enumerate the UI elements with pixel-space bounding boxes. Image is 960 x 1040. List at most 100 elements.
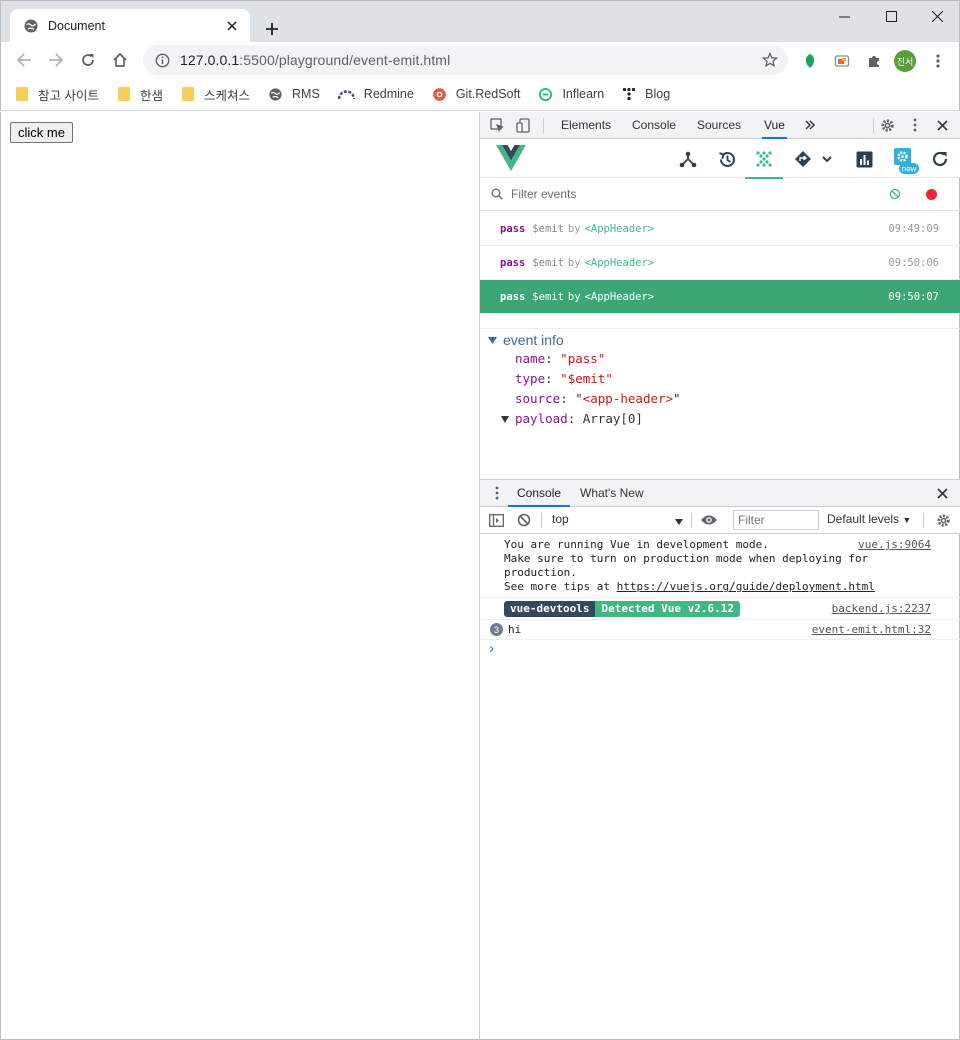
live-expression-eye-icon[interactable] (700, 512, 718, 528)
home-button[interactable] (106, 46, 134, 74)
tab-sources[interactable]: Sources (697, 112, 741, 139)
sidebar-toggle-icon[interactable] (488, 512, 504, 528)
prop-name: name: "pass" (515, 351, 606, 366)
vue-logo-icon (496, 144, 526, 172)
reload-button[interactable] (74, 46, 102, 74)
bookmark-label: 스케쳐스 (204, 88, 251, 103)
close-tab-icon[interactable] (224, 18, 240, 34)
separator (541, 513, 542, 528)
blog-icon (622, 87, 636, 101)
browser-tab[interactable]: Document (10, 9, 250, 43)
event-info-toggle[interactable]: event info (488, 332, 564, 348)
vuex-history-icon[interactable] (716, 148, 738, 170)
bookmark-item[interactable]: RMS (268, 87, 320, 102)
bookmark-item[interactable]: Inflearn (538, 87, 604, 102)
inspect-element-icon[interactable] (489, 117, 505, 133)
tab-vue[interactable]: Vue (762, 112, 787, 139)
forward-button[interactable] (42, 46, 70, 74)
performance-chart-icon[interactable] (853, 148, 875, 170)
drawer-menu-icon[interactable] (489, 485, 505, 501)
extensions-puzzle-icon[interactable] (862, 49, 886, 73)
clear-console-icon[interactable] (516, 512, 532, 528)
new-tab-button[interactable] (259, 16, 285, 42)
url-path: :5500/playground/event-emit.html (239, 52, 451, 68)
event-row-selected[interactable]: pass $emit by <AppHeader> 09:50:07 (480, 280, 960, 314)
separator (873, 118, 874, 133)
bookmark-item[interactable]: Redmine (337, 87, 414, 101)
bookmark-item[interactable]: 참고 사이트 (15, 85, 99, 104)
log-line: Make sure to turn on production mode whe… (504, 552, 869, 565)
device-toolbar-icon[interactable] (515, 117, 531, 133)
bookmark-label: Blog (645, 87, 671, 101)
log-text: hi (508, 623, 522, 636)
events-tab-icon[interactable] (745, 148, 783, 179)
back-button[interactable] (10, 46, 38, 74)
devtools-badges: vue-devtools Detected Vue v2.6.12 (504, 601, 740, 617)
record-icon[interactable] (925, 188, 938, 201)
log-source-link[interactable]: vue.js:9064 (858, 538, 931, 551)
close-devtools-icon[interactable] (934, 117, 950, 133)
settings-gear-icon[interactable] (879, 117, 895, 133)
close-window-button[interactable] (914, 1, 960, 31)
profile-avatar[interactable]: 진서 (894, 50, 916, 72)
log-levels-dropdown[interactable]: Default levels ▼ (827, 512, 911, 526)
prop-payload[interactable]: payload: Array[0] (501, 411, 643, 426)
event-name: pass (500, 290, 526, 303)
more-tabs-icon[interactable] (802, 117, 818, 133)
event-type: $emit (532, 222, 564, 235)
bookmark-item[interactable]: 한샘 (117, 85, 163, 104)
vue-settings-icon[interactable]: new (891, 146, 919, 176)
deployment-link[interactable]: https://vuejs.org/guide/deployment.html (617, 580, 875, 593)
menu-dots-icon[interactable] (926, 49, 950, 73)
event-time: 09:49:09 (888, 222, 939, 235)
components-tree-icon[interactable] (677, 148, 699, 170)
routing-dropdown-icon[interactable] (794, 148, 834, 170)
refresh-icon[interactable] (929, 148, 951, 170)
event-time: 09:50:06 (888, 256, 939, 269)
drawer-tabbar: Console What's New (480, 480, 960, 507)
bookmark-label: Git.RedSoft (455, 87, 521, 101)
globe-icon (268, 87, 283, 102)
separator (691, 513, 692, 528)
prop-value: "$emit" (560, 371, 613, 386)
bookmark-item[interactable]: Git.RedSoft (432, 87, 521, 102)
devtools-menu-icon[interactable] (907, 117, 923, 133)
drawer-tab-console[interactable]: Console (508, 480, 571, 507)
event-filter-bar[interactable]: Filter events (480, 178, 960, 211)
dropdown-arrow-icon[interactable] (671, 514, 687, 530)
prop-key: payload (515, 411, 568, 426)
minimize-button[interactable] (821, 1, 867, 31)
tab-elements[interactable]: Elements (561, 112, 611, 139)
browser-titlebar: Document (0, 0, 960, 43)
console-drawer: Console What's New top Filter Default le… (480, 479, 960, 1040)
star-icon[interactable] (762, 52, 778, 68)
address-bar[interactable]: 127.0.0.1:5500/playground/event-emit.htm… (143, 45, 788, 75)
tab-console[interactable]: Console (632, 112, 676, 139)
bookmark-label: RMS (292, 87, 320, 101)
close-drawer-icon[interactable] (934, 485, 950, 501)
console-prompt[interactable]: › (489, 640, 494, 657)
bookmark-item[interactable]: Blog (622, 87, 670, 101)
extension-screenshot-icon[interactable] (830, 49, 854, 73)
maximize-button[interactable] (868, 1, 914, 31)
event-component: <AppHeader> (584, 290, 655, 303)
filter-events-input[interactable]: Filter events (511, 187, 576, 201)
event-by: by (567, 290, 581, 303)
bookmark-label: 참고 사이트 (38, 88, 99, 103)
event-row[interactable]: pass $emit by <AppHeader> 09:49:09 (480, 212, 960, 246)
log-source-link[interactable]: event-emit.html:32 (812, 623, 931, 636)
bookmark-label: Redmine (363, 87, 414, 101)
log-source-link[interactable]: backend.js:2237 (832, 602, 931, 615)
clear-events-icon[interactable] (889, 188, 901, 200)
drawer-tab-whats-new[interactable]: What's New (580, 480, 644, 507)
event-row[interactable]: pass $emit by <AppHeader> 09:50:06 (480, 246, 960, 280)
expand-arrow-icon (501, 416, 509, 423)
context-selector[interactable]: top (552, 512, 569, 526)
click-me-button[interactable]: click me (10, 122, 73, 143)
info-icon[interactable] (155, 53, 170, 68)
bookmark-item[interactable]: 스케쳐스 (181, 85, 250, 104)
console-settings-gear-icon[interactable] (935, 512, 951, 528)
console-filter-input[interactable]: Filter (733, 510, 819, 530)
extension-leaf-icon[interactable] (798, 49, 822, 73)
event-component: <AppHeader> (584, 256, 655, 269)
